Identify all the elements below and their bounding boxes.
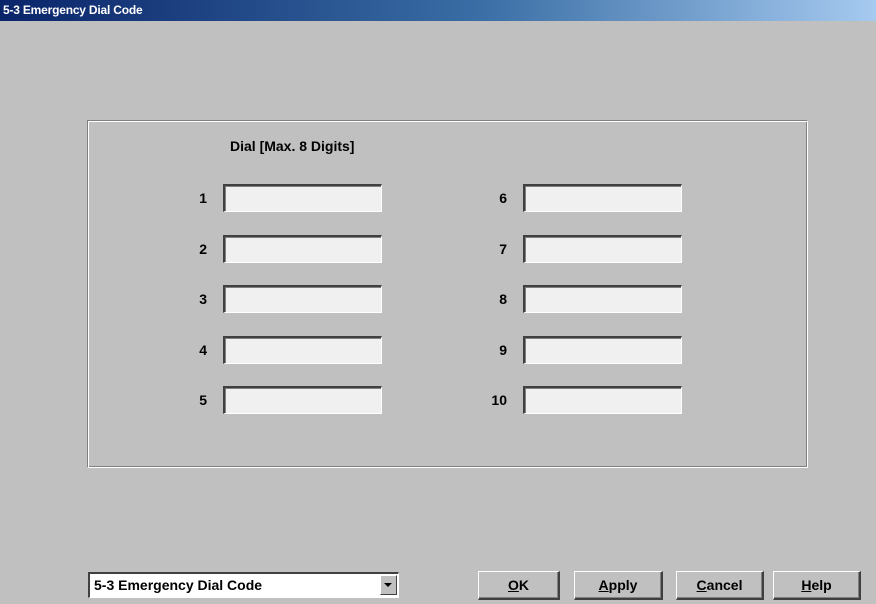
cancel-label: ancel [706,577,743,593]
entry-label-9: 9 [499,342,507,358]
title-bar[interactable]: 5-3 Emergency Dial Code [0,0,876,21]
dial-column-header: Dial [Max. 8 Digits] [230,138,355,154]
window-title: 5-3 Emergency Dial Code [3,3,143,17]
apply-button[interactable]: Apply [574,571,663,600]
ok-label: K [518,577,529,593]
cancel-button[interactable]: Cancel [676,571,764,600]
dial-code-field-4[interactable] [223,336,382,364]
dial-code-field-10[interactable] [523,386,682,414]
entry-label-1: 1 [199,190,207,206]
emergency-dial-code-window: 5-3 Emergency Dial Code Dial [Max. 8 Dig… [0,0,876,604]
cancel-mnemonic: C [696,577,707,593]
entry-label-4: 4 [199,342,207,358]
dial-code-field-2[interactable] [223,235,382,263]
entry-label-2: 2 [199,241,207,257]
dial-code-field-3[interactable] [223,285,382,313]
ok-mnemonic: O [507,577,519,593]
apply-mnemonic: A [598,577,609,593]
ok-button[interactable]: OK [478,571,560,600]
apply-label: pply [608,577,638,593]
entry-label-5: 5 [199,392,207,408]
dial-code-field-6[interactable] [523,184,682,212]
dial-code-field-5[interactable] [223,386,382,414]
help-button[interactable]: Help [773,571,861,600]
dial-code-field-7[interactable] [523,235,682,263]
dial-code-field-1[interactable] [223,184,382,212]
page-select-value: 5-3 Emergency Dial Code [94,577,263,593]
dial-code-field-8[interactable] [523,285,682,313]
entry-label-10: 10 [491,392,507,408]
help-mnemonic: H [801,577,812,593]
entry-label-3: 3 [199,291,207,307]
help-label: elp [811,577,832,593]
entry-label-7: 7 [499,241,507,257]
dropdown-arrow-icon[interactable] [380,575,397,595]
page-select-dropdown[interactable]: 5-3 Emergency Dial Code [88,572,399,598]
dial-code-field-9[interactable] [523,336,682,364]
entry-label-6: 6 [499,190,507,206]
entry-label-8: 8 [499,291,507,307]
